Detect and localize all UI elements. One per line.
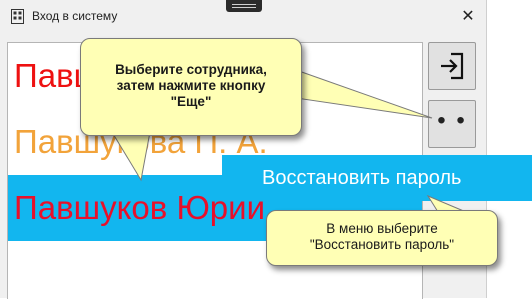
close-button[interactable]: ✕ <box>456 6 480 28</box>
app-icon <box>11 9 24 24</box>
login-icon <box>441 52 464 80</box>
tooltip-text: В меню выберите <box>326 221 438 236</box>
context-menu: Восстановить пароль <box>222 155 532 201</box>
window-title: Вход в систему <box>32 9 118 23</box>
tooltip-text: "Восстановить пароль" <box>309 237 455 252</box>
drag-handle[interactable] <box>226 0 262 12</box>
tooltip-text: затем нажмите кнопку <box>116 78 266 93</box>
more-button[interactable]: • • • <box>428 100 476 174</box>
tooltip-text: Выберите сотрудника, <box>115 62 267 77</box>
title-bar[interactable]: Вход в систему ✕ <box>0 0 486 34</box>
tooltip-text: "Еще" <box>170 94 212 109</box>
menu-item-restore-password[interactable]: Восстановить пароль <box>262 155 461 201</box>
hint-tooltip-select: Выберите сотрудника, затем нажмите кнопк… <box>80 38 302 136</box>
hint-tooltip-menu: В меню выберите "Восстановить пароль" <box>266 210 498 266</box>
login-button[interactable] <box>428 42 476 90</box>
